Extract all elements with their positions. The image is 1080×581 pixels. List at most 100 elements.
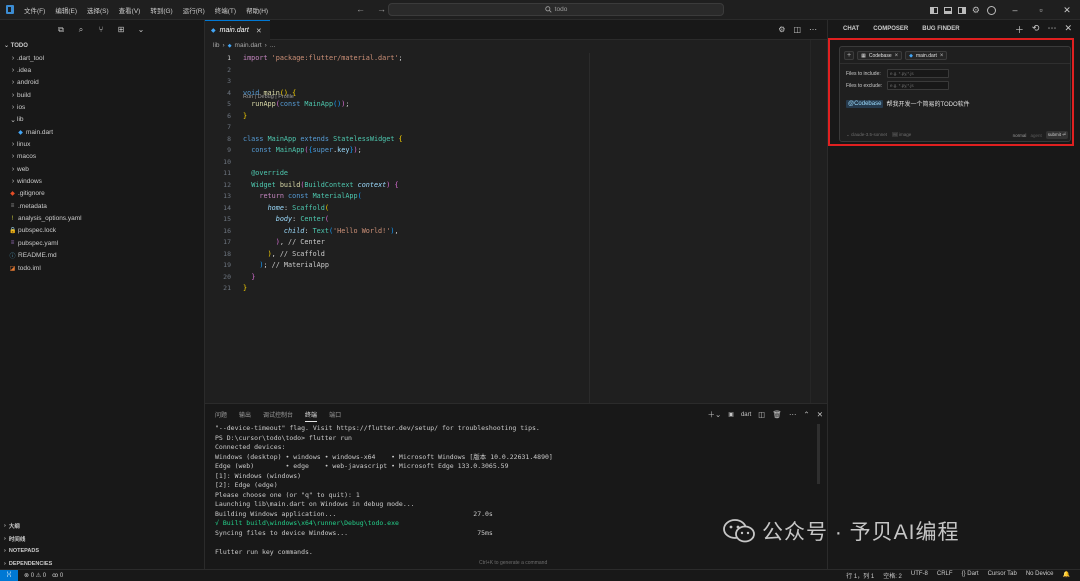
add-context-button[interactable]: + [844,51,855,60]
remove-pill-icon[interactable]: × [940,53,944,59]
tree-item[interactable]: › macos [0,151,205,163]
menu-run[interactable]: 运行(R) [183,5,205,15]
tree-item[interactable]: ⓘ README.md [0,250,205,262]
terminal-name[interactable]: dart [741,412,751,418]
remove-pill-icon[interactable]: × [895,53,899,59]
cursor-tab-status[interactable]: Cursor Tab [988,571,1017,580]
tab-composer[interactable]: COMPOSER [873,26,908,32]
chevron-down-icon[interactable]: ⌄ [136,25,146,35]
tree-item[interactable]: › ios [0,101,205,113]
panel-tab-problems[interactable]: 问题 [215,410,227,422]
tree-item[interactable]: ◆ main.dart [0,126,205,138]
language-mode[interactable]: {} Dart [962,571,979,580]
image-button[interactable]: 🖼 image [892,132,911,138]
source-control-icon[interactable]: ⑂ [96,25,106,35]
tree-item[interactable]: › web [0,163,205,175]
tab-bug-finder[interactable]: BUG FINDER [922,26,959,32]
model-selector[interactable]: ⌄ claude-3.5-sonnet [846,132,887,138]
tree-item[interactable]: › android [0,77,205,89]
search-icon[interactable]: ⌕ [76,25,86,35]
toggle-panel-icon[interactable] [943,6,952,14]
device-status[interactable]: No Device [1026,571,1054,580]
new-terminal-icon[interactable]: ＋⌄ [707,409,721,420]
menu-terminal[interactable]: 终端(T) [215,5,236,15]
panel-tab-debug-console[interactable]: 调试控制台 [263,410,293,422]
remote-indicator-icon[interactable]: ⟩⟨ [0,570,18,581]
tree-item[interactable]: › linux [0,138,205,150]
tree-item[interactable]: ◆ .gitignore [0,188,205,200]
maximize-button[interactable]: ▫ [1028,5,1054,15]
back-arrow-icon[interactable]: ← [356,5,365,14]
run-debug-icon[interactable]: ⚙ [778,25,785,34]
encoding[interactable]: UTF-8 [911,571,928,580]
terminal-scrollbar[interactable] [817,424,820,484]
close-icon[interactable]: ✕ [1064,23,1072,36]
panel-tab-ports[interactable]: 端口 [329,410,341,422]
forward-arrow-icon[interactable]: → [377,5,386,14]
chat-message-input[interactable]: @Codebase 帮我开发一个简易的TODO软件 [846,99,970,108]
mode-agent[interactable]: agent [1030,133,1041,138]
eol[interactable]: CRLF [937,571,953,580]
tab-chat[interactable]: CHAT [843,26,859,32]
more-actions-icon[interactable]: ⋯ [1047,23,1056,36]
account-icon[interactable] [987,5,996,15]
chat-input-box[interactable]: + ▦ Codebase × ◆ main.dart × Files to in… [839,46,1071,142]
breadcrumb-file[interactable]: main.dart [235,42,262,49]
more-actions-icon[interactable]: ⋯ [809,25,817,34]
command-center-search[interactable]: todo [388,3,724,16]
extensions-icon[interactable]: ⊞ [116,25,126,35]
split-editor-icon[interactable]: ◫ [793,25,801,34]
explorer-root-header[interactable]: ⌄ TODO [4,42,28,49]
more-actions-icon[interactable]: ⋯ [789,410,797,419]
tree-item[interactable]: › build [0,89,205,101]
tree-item[interactable]: ≡ pubspec.yaml [0,237,205,249]
problems-status[interactable]: ⊗ 0 ⚠ 0 [24,572,46,579]
trash-icon[interactable]: 🗑 [772,410,782,419]
tree-item[interactable]: ≡ .metadata [0,200,205,212]
menu-edit[interactable]: 编辑(E) [55,5,77,15]
ports-status[interactable]: ꝏ 0 [52,572,63,579]
code-content[interactable]: import 'package:flutter/material.dart'; … [243,53,403,295]
tree-item[interactable]: › .idea [0,64,205,76]
menu-selection[interactable]: 选择(S) [87,5,109,15]
toggle-primary-sidebar-icon[interactable] [929,6,938,14]
section-notepads[interactable]: › NOTEPADS [0,545,205,558]
codelens-run-debug[interactable]: Run | Debug | Profile [243,94,294,100]
bell-icon[interactable]: 🔔 [1063,571,1070,580]
panel-tab-output[interactable]: 输出 [239,410,251,422]
split-terminal-icon[interactable]: ◫ [758,410,765,419]
indentation[interactable]: 空格: 2 [883,571,902,580]
section-timeline[interactable]: › 时间线 [0,533,205,546]
files-include-input[interactable]: e.g. *.py,*.js [887,69,949,78]
submit-button[interactable]: submit ⏎ [1045,131,1068,139]
mode-normal[interactable]: normal [1013,133,1027,138]
history-icon[interactable]: ⟲ [1032,23,1040,36]
close-window-button[interactable]: ✕ [1054,5,1080,16]
menu-view[interactable]: 查看(V) [119,5,141,15]
context-pill-main-dart[interactable]: ◆ main.dart × [905,51,948,60]
context-pill-codebase[interactable]: ▦ Codebase × [857,51,903,60]
tab-main-dart[interactable]: ◆ main.dart ✕ [205,20,270,40]
breadcrumb-folder[interactable]: lib [213,42,220,49]
section-outline[interactable]: › 大纲 [0,520,205,533]
close-panel-icon[interactable]: ✕ [817,410,823,419]
copy-files-icon[interactable]: ⧉ [56,25,66,35]
tree-item[interactable]: › .dart_tool [0,52,205,64]
menu-go[interactable]: 转到(G) [150,5,172,15]
gear-icon[interactable]: ⚙ [972,5,980,16]
panel-tab-terminal[interactable]: 终端 [305,410,318,422]
minimize-button[interactable]: – [1002,5,1028,15]
menu-file[interactable]: 文件(F) [24,5,45,15]
tree-item[interactable]: ⌄ lib [0,114,205,126]
close-tab-icon[interactable]: ✕ [256,27,262,35]
cursor-position[interactable]: 行 1，列 1 [846,571,874,580]
tree-item[interactable]: › windows [0,175,205,187]
tree-item[interactable]: 🔒 pubspec.lock [0,225,205,237]
menu-help[interactable]: 帮助(H) [246,5,268,15]
tree-item[interactable]: ◪ todo.iml [0,262,205,274]
new-chat-icon[interactable]: ＋ [1015,23,1024,36]
files-exclude-input[interactable]: e.g. *.py,*.js [887,81,949,90]
maximize-panel-icon[interactable]: ⌃ [803,410,809,419]
tree-item[interactable]: ! analysis_options.yaml [0,212,205,224]
breadcrumb-symbol[interactable]: ... [270,42,275,49]
